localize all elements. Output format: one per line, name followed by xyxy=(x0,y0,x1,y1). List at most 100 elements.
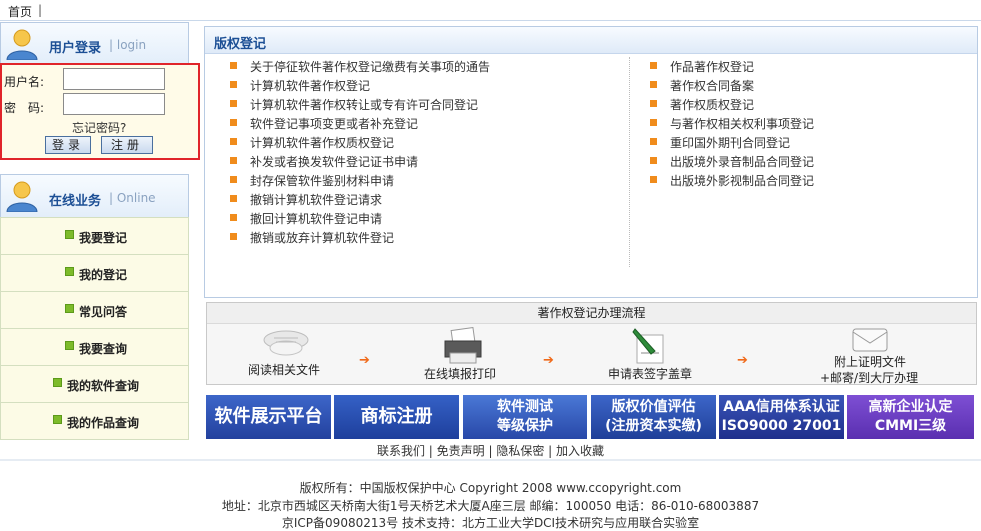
green-bullet-icon xyxy=(65,230,74,239)
online-item-faq[interactable]: 常见问答 xyxy=(0,292,189,329)
password-input[interactable] xyxy=(63,93,165,115)
online-item-label: 我的登记 xyxy=(79,268,128,282)
banner-label: 版权价值评估 xyxy=(611,399,696,415)
printer-icon xyxy=(444,327,482,364)
forgot-password-link[interactable]: 忘记密码? xyxy=(72,119,126,136)
orange-bullet-icon xyxy=(650,138,657,145)
orange-bullet-icon xyxy=(650,176,657,183)
banner-high-tech-enterprise[interactable]: 高新企业认定 CMMI三级 xyxy=(847,395,974,439)
online-item-label: 我的作品查询 xyxy=(67,416,140,430)
login-button[interactable]: 登录 xyxy=(45,136,91,154)
green-bullet-icon xyxy=(65,341,74,350)
register-button[interactable]: 注册 xyxy=(101,136,153,154)
document-stack-icon xyxy=(263,330,309,356)
orange-bullet-icon xyxy=(230,62,237,69)
banner-label: 高新企业认定 xyxy=(868,399,953,415)
orange-bullet-icon xyxy=(230,157,237,164)
online-item-my-registration[interactable]: 我的登记 xyxy=(0,255,189,292)
user-avatar-icon xyxy=(6,181,38,212)
user-avatar-icon xyxy=(6,29,38,60)
username-label: 用户名: xyxy=(4,75,45,89)
banner-sublabel: CMMI三级 xyxy=(874,418,947,434)
link-text[interactable]: 补发或者换发软件登记证书申请 xyxy=(250,153,418,170)
green-bullet-icon xyxy=(53,415,62,424)
link-text[interactable]: 软件登记事项变更或者补充登记 xyxy=(250,115,418,132)
link-text[interactable]: 出版境外录音制品合同登记 xyxy=(670,153,814,170)
banner-software-testing[interactable]: 软件测试 等级保护 xyxy=(463,395,587,439)
banner-label: 商标注册 xyxy=(360,406,433,427)
orange-bullet-icon xyxy=(230,81,237,88)
banner-sublabel: ISO9000 27001 xyxy=(721,418,842,434)
step-mail-or-visit: +邮寄/到大厅办理 xyxy=(820,371,919,385)
link-text[interactable]: 重印国外期刊合同登记 xyxy=(670,134,790,151)
login-title-en: | login xyxy=(109,38,147,52)
online-title: 在线业务 xyxy=(49,194,102,209)
orange-bullet-icon xyxy=(230,233,237,240)
online-item-software-query[interactable]: 我的软件查询 xyxy=(0,366,189,403)
banner-trademark[interactable]: 商标注册 xyxy=(334,395,459,439)
password-label: 密 码: xyxy=(4,101,45,115)
orange-bullet-icon xyxy=(650,157,657,164)
orange-bullet-icon xyxy=(230,176,237,183)
link-text[interactable]: 与著作权相关权利事项登记 xyxy=(670,115,814,132)
pen-sign-icon xyxy=(632,328,664,364)
footer-icp: 京ICP备09080213号 技术支持：北方工业大学DCI技术研究与应用联合实验… xyxy=(281,516,700,530)
link-text[interactable]: 著作权质权登记 xyxy=(670,96,754,113)
registration-process-panel: 著作权登记办理流程 阅读相关文件 ➔ 在线填报打印 ➔ 申请表签字盖章 ➔ 附上… xyxy=(206,302,977,385)
banner-aaa-credit[interactable]: AAA信用体系认证 ISO9000 27001 xyxy=(719,395,844,439)
footer-address: 地址：北京市西城区天桥南大街1号天桥艺术大厦A座三层 邮编：100050 电话：… xyxy=(221,499,760,513)
link-text[interactable]: 关于停征软件著作权登记缴费有关事项的通告 xyxy=(250,58,490,75)
link-text[interactable]: 撤回计算机软件登记申请 xyxy=(250,210,382,227)
online-panel: 在线业务 | Online 我要登记 我的登记 常见问答 我要查询 我的软件查询… xyxy=(0,174,189,440)
link-text[interactable]: 撤销或放弃计算机软件登记 xyxy=(250,229,394,246)
login-form: 用户名: 密 码: 忘记密码? 登录 注册 xyxy=(0,63,200,160)
arrow-icon: ➔ xyxy=(359,353,370,368)
login-title: 用户登录 xyxy=(49,41,102,56)
online-panel-header: 在线业务 | Online xyxy=(0,174,189,217)
banner-label: 软件测试 xyxy=(497,399,553,415)
service-banners: 软件展示平台 商标注册 软件测试 等级保护 版权价值评估 (注册资本实缴) AA… xyxy=(206,395,974,439)
green-bullet-icon xyxy=(65,267,74,276)
orange-bullet-icon xyxy=(230,138,237,145)
link-text[interactable]: 出版境外影视制品合同登记 xyxy=(670,172,814,189)
online-item-label: 常见问答 xyxy=(79,305,128,319)
green-bullet-icon xyxy=(53,378,62,387)
top-nav: 首页 | xyxy=(0,0,981,21)
online-item-query[interactable]: 我要查询 xyxy=(0,329,189,366)
banner-copyright-valuation[interactable]: 版权价值评估 (注册资本实缴) xyxy=(591,395,716,439)
home-link[interactable]: 首页 xyxy=(8,3,32,20)
footer-divider xyxy=(0,459,981,461)
link-text[interactable]: 著作权合同备案 xyxy=(670,77,754,94)
link-text[interactable]: 计算机软件著作权转让或专有许可合同登记 xyxy=(250,96,478,113)
orange-bullet-icon xyxy=(650,119,657,126)
link-text[interactable]: 计算机软件著作权质权登记 xyxy=(250,134,394,151)
footer-links[interactable]: 联系我们 | 免责声明 | 隐私保密 | 加入收藏 xyxy=(0,442,981,459)
username-input[interactable] xyxy=(63,68,165,90)
process-title: 著作权登记办理流程 xyxy=(207,303,976,324)
orange-bullet-icon xyxy=(650,100,657,107)
online-title-en: | Online xyxy=(109,191,156,205)
banner-label: 软件展示平台 xyxy=(214,406,323,427)
banner-sublabel: (注册资本实缴) xyxy=(605,418,702,434)
orange-bullet-icon xyxy=(230,195,237,202)
copyright-panel-title: 版权登记 xyxy=(214,37,267,52)
step-online-fill-print: 在线填报打印 xyxy=(424,367,497,381)
orange-bullet-icon xyxy=(650,62,657,69)
green-bullet-icon xyxy=(65,304,74,313)
online-item-register[interactable]: 我要登记 xyxy=(0,217,189,255)
arrow-icon: ➔ xyxy=(543,353,554,368)
copyright-registration-panel: 版权登记 关于停征软件著作权登记缴费有关事项的通告 计算机软件著作权登记 计算机… xyxy=(204,26,978,298)
link-text[interactable]: 作品著作权登记 xyxy=(670,58,754,75)
copyright-panel-header: 版权登记 xyxy=(205,27,977,54)
online-item-label: 我的软件查询 xyxy=(67,379,140,393)
link-text[interactable]: 计算机软件著作权登记 xyxy=(250,77,370,94)
online-item-label: 我要登记 xyxy=(79,231,128,245)
link-text[interactable]: 撤销计算机软件登记请求 xyxy=(250,191,382,208)
banner-software-showcase[interactable]: 软件展示平台 xyxy=(206,395,331,439)
column-divider xyxy=(629,57,631,267)
link-text[interactable]: 封存保管软件鉴别材料申请 xyxy=(250,172,394,189)
orange-bullet-icon xyxy=(230,100,237,107)
online-item-works-query[interactable]: 我的作品查询 xyxy=(0,403,189,440)
step-attach-docs: 附上证明文件 xyxy=(834,355,907,369)
online-item-label: 我要查询 xyxy=(79,342,128,356)
